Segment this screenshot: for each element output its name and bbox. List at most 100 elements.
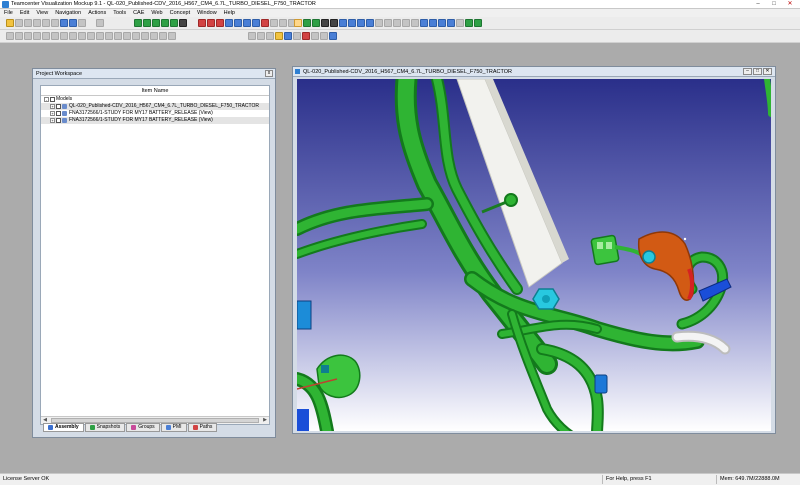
- edit-icon-17[interactable]: [150, 32, 158, 40]
- tab-groups[interactable]: Groups: [126, 423, 160, 432]
- zoom-vertical-icon[interactable]: [393, 19, 401, 27]
- tab-snapshots[interactable]: Snapshots: [84, 423, 126, 432]
- edit-icon-19[interactable]: [168, 32, 176, 40]
- stop-icon[interactable]: [179, 19, 187, 27]
- first-frame-icon[interactable]: [321, 19, 329, 27]
- tree-row[interactable]: + QL-020_Published-CDV_2016_H567_CM4_6.7…: [41, 103, 269, 110]
- view-icon-4[interactable]: [225, 19, 233, 27]
- edit-icon-15[interactable]: [132, 32, 140, 40]
- menu-web[interactable]: Web: [151, 10, 162, 16]
- layout-icon-3[interactable]: [357, 19, 365, 27]
- render-icon-7[interactable]: [320, 32, 328, 40]
- minimize-button[interactable]: –: [750, 0, 766, 8]
- view-icon-6[interactable]: [243, 19, 251, 27]
- viewer-close-button[interactable]: ✕: [763, 68, 772, 75]
- zoom-icon[interactable]: [294, 19, 302, 27]
- edit-icon-1[interactable]: [6, 32, 14, 40]
- edit-icon-3[interactable]: [24, 32, 32, 40]
- edit-icon-6[interactable]: [51, 32, 59, 40]
- edit-icon-18[interactable]: [159, 32, 167, 40]
- play-forward-icon[interactable]: [161, 19, 169, 27]
- walk-icon[interactable]: [312, 19, 320, 27]
- play-icon[interactable]: [152, 19, 160, 27]
- visibility-checkbox[interactable]: [56, 104, 61, 109]
- edit-icon-11[interactable]: [96, 32, 104, 40]
- delete-icon[interactable]: [51, 19, 59, 27]
- copy-icon[interactable]: [33, 19, 41, 27]
- menu-tools[interactable]: Tools: [113, 10, 126, 16]
- rotate-icon[interactable]: [375, 19, 383, 27]
- print-icon[interactable]: [78, 19, 86, 27]
- tab-paths[interactable]: Paths: [187, 423, 218, 432]
- 3d-viewport[interactable]: [297, 79, 771, 431]
- 3d-scene[interactable]: [297, 79, 771, 431]
- display-icon-3[interactable]: [438, 19, 446, 27]
- edit-icon-2[interactable]: [15, 32, 23, 40]
- pan-icon[interactable]: [384, 19, 392, 27]
- play-back-icon[interactable]: [143, 19, 151, 27]
- visibility-checkbox[interactable]: [56, 111, 61, 116]
- menu-view[interactable]: View: [36, 10, 48, 16]
- view-icon-7[interactable]: [252, 19, 260, 27]
- render-icon-2[interactable]: [257, 32, 265, 40]
- menu-window[interactable]: Window: [197, 10, 217, 16]
- viewer-minimize-button[interactable]: –: [743, 68, 752, 75]
- render-icon-8[interactable]: [329, 32, 337, 40]
- expand-icon[interactable]: +: [50, 111, 55, 116]
- view-icon-1[interactable]: [198, 19, 206, 27]
- scroll-right-icon[interactable]: ▶: [261, 417, 269, 424]
- play-last-icon[interactable]: [170, 19, 178, 27]
- display-icon-6[interactable]: [465, 19, 473, 27]
- tree-row[interactable]: + FNA3172566/1-STUDY FOR MY17 BATTERY_RE…: [41, 117, 269, 124]
- tree-row[interactable]: + FNA3172566/1-STUDY FOR MY17 BATTERY_RE…: [41, 110, 269, 117]
- edit-icon-9[interactable]: [78, 32, 86, 40]
- view-icon-8[interactable]: [261, 19, 269, 27]
- menu-navigation[interactable]: Navigation: [55, 10, 81, 16]
- view-icon-2[interactable]: [207, 19, 215, 27]
- layout-icon-4[interactable]: [366, 19, 374, 27]
- undo-icon[interactable]: [60, 19, 68, 27]
- display-icon-7[interactable]: [474, 19, 482, 27]
- view-icon-9[interactable]: [270, 19, 278, 27]
- cut-icon[interactable]: [24, 19, 32, 27]
- render-icon-4[interactable]: [293, 32, 301, 40]
- view-icon-3[interactable]: [216, 19, 224, 27]
- visibility-checkbox[interactable]: [56, 118, 61, 123]
- visibility-checkbox[interactable]: [50, 97, 55, 102]
- fly-icon[interactable]: [303, 19, 311, 27]
- tree-column-header[interactable]: Item Name: [41, 86, 269, 96]
- tab-assembly[interactable]: Assembly: [43, 423, 84, 432]
- tree-row[interactable]: - Models: [41, 96, 269, 103]
- edit-icon-10[interactable]: [87, 32, 95, 40]
- menu-file[interactable]: File: [4, 10, 13, 16]
- menu-actions[interactable]: Actions: [88, 10, 106, 16]
- edit-icon-13[interactable]: [114, 32, 122, 40]
- edit-icon-16[interactable]: [141, 32, 149, 40]
- edit-icon-4[interactable]: [33, 32, 41, 40]
- edit-icon-14[interactable]: [123, 32, 131, 40]
- view-icon-5[interactable]: [234, 19, 242, 27]
- render-icon-1[interactable]: [248, 32, 256, 40]
- layout-icon-2[interactable]: [348, 19, 356, 27]
- menu-cae[interactable]: CAE: [133, 10, 144, 16]
- light-icon[interactable]: [275, 32, 283, 40]
- display-icon-1[interactable]: [420, 19, 428, 27]
- material-icon[interactable]: [284, 32, 292, 40]
- render-icon-6[interactable]: [311, 32, 319, 40]
- expand-icon[interactable]: +: [50, 118, 55, 123]
- menu-concept[interactable]: Concept: [170, 10, 191, 16]
- paste-icon[interactable]: [42, 19, 50, 27]
- open-icon[interactable]: [6, 19, 14, 27]
- display-icon-4[interactable]: [447, 19, 455, 27]
- tab-pmi[interactable]: PMI: [160, 423, 187, 432]
- edit-icon-5[interactable]: [42, 32, 50, 40]
- collapse-icon[interactable]: -: [44, 97, 49, 102]
- render-icon-3[interactable]: [266, 32, 274, 40]
- viewer-maximize-button[interactable]: □: [753, 68, 762, 75]
- view-icon-10[interactable]: [279, 19, 287, 27]
- menu-help[interactable]: Help: [224, 10, 235, 16]
- save-icon[interactable]: [15, 19, 23, 27]
- edit-icon-8[interactable]: [69, 32, 77, 40]
- assembly-tree[interactable]: Item Name - Models + QL-020_Published-CD…: [40, 85, 270, 425]
- render-icon-5[interactable]: [302, 32, 310, 40]
